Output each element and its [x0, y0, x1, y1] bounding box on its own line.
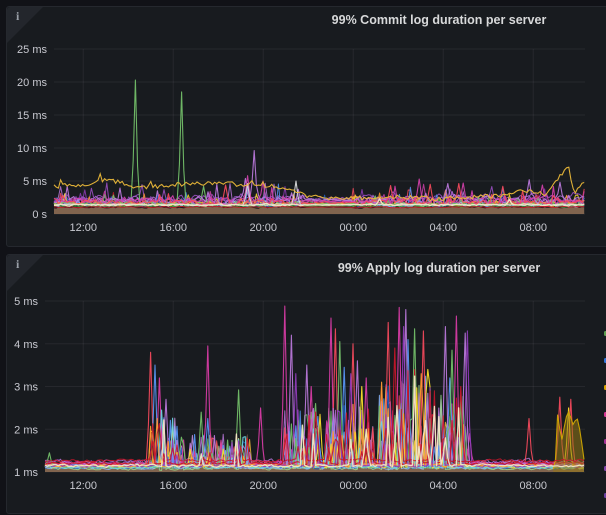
y-tick-label: 20 ms — [17, 77, 47, 89]
y-tick-label: 15 ms — [17, 110, 47, 122]
panel-commit-log-duration: 0 s 5 ms 10 ms 15 ms 20 ms 25 ms 12:00 16:00 20:… — [6, 6, 606, 247]
y-tick-label: 5 ms — [14, 296, 38, 308]
y-tick-label: 4 ms — [14, 339, 38, 351]
x-tick-label: 08:00 — [519, 222, 547, 234]
commit-log-chart-canvas[interactable]: 0 s 5 ms 10 ms 15 ms 20 ms 25 ms 12:00 16:00 20:… — [7, 7, 606, 246]
grafana-dashboard: { "theme": { "dashboard_bg": "#111217", … — [0, 0, 606, 500]
panel-title[interactable]: 99% Commit log duration per server — [332, 13, 547, 27]
y-tick-label: 3 ms — [14, 382, 38, 394]
x-tick-label: 16:00 — [159, 480, 187, 492]
x-tick-label: 16:00 — [159, 222, 187, 234]
x-tick-label: 20:00 — [249, 480, 277, 492]
chart-svg: 0 s 5 ms 10 ms 15 ms 20 ms 25 ms 12:00 16:00 20:… — [7, 7, 606, 248]
y-tick-label: 0 s — [32, 209, 47, 221]
panel-apply-log-duration: 1 ms 2 ms 3 ms 4 ms 5 ms 12:00 16:00 20:00 00:00… — [6, 254, 606, 514]
x-tick-label: 00:00 — [339, 222, 367, 234]
apply-log-chart-canvas[interactable]: 1 ms 2 ms 3 ms 4 ms 5 ms 12:00 16:00 20:00 00:00… — [7, 255, 606, 513]
x-tick-label: 04:00 — [429, 222, 457, 234]
chart-svg: 1 ms 2 ms 3 ms 4 ms 5 ms 12:00 16:00 20:00 00:00… — [7, 255, 606, 515]
info-icon: i — [16, 257, 19, 272]
legend — [598, 255, 606, 513]
x-tick-label: 12:00 — [69, 480, 97, 492]
x-tick-label: 20:00 — [249, 222, 277, 234]
y-tick-label: 5 ms — [23, 176, 47, 188]
x-tick-label: 08:00 — [519, 480, 547, 492]
panel-title[interactable]: 99% Apply log duration per server — [338, 261, 540, 275]
y-tick-label: 2 ms — [14, 424, 38, 436]
y-tick-label: 25 ms — [17, 44, 47, 56]
y-tick-label: 10 ms — [17, 143, 47, 155]
x-tick-label: 00:00 — [339, 480, 367, 492]
info-icon: i — [16, 9, 19, 24]
x-tick-label: 12:00 — [69, 222, 97, 234]
y-tick-label: 1 ms — [14, 467, 38, 479]
x-tick-label: 04:00 — [429, 480, 457, 492]
